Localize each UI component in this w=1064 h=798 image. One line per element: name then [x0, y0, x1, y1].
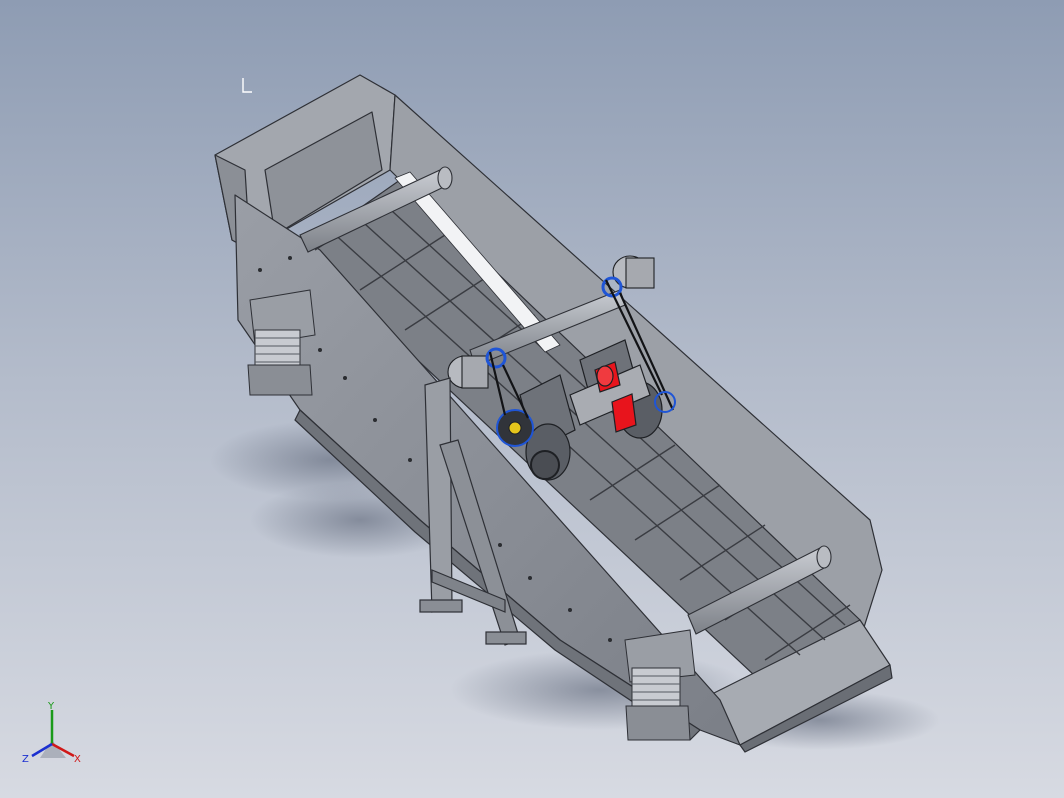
vibrating-screen-model[interactable]	[0, 0, 1064, 798]
y-axis-label: Y	[47, 701, 55, 712]
x-axis-label: X	[74, 754, 81, 765]
graphics-viewport[interactable]: Y X Z	[0, 0, 1064, 798]
z-axis-label: Z	[22, 754, 29, 765]
axis-triad: Y X Z	[22, 701, 81, 765]
